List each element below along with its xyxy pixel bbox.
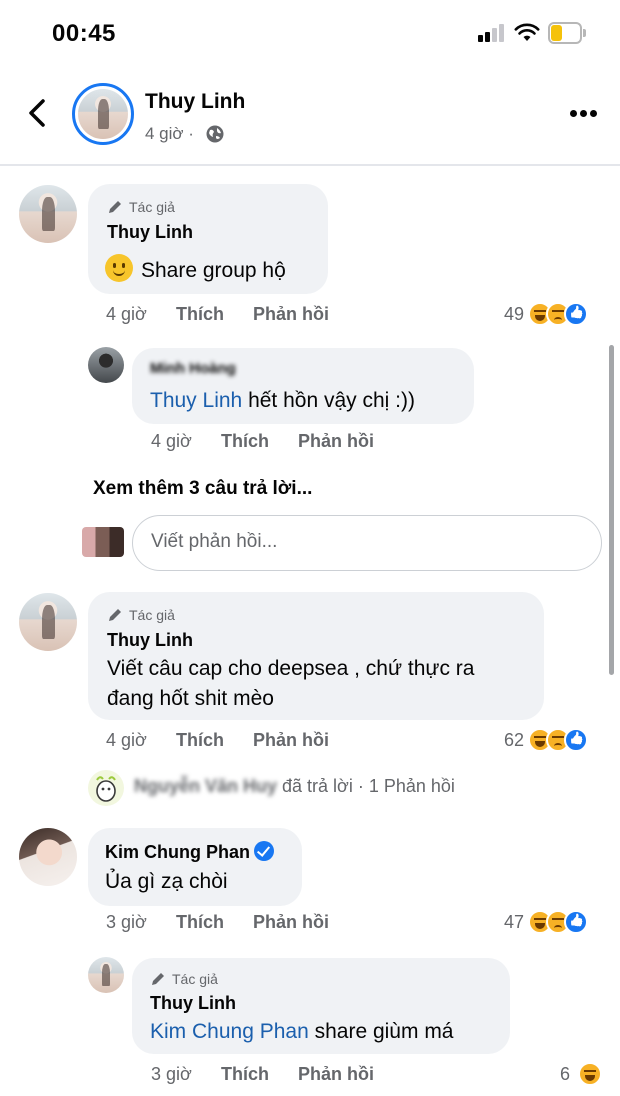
reply-text-body: share giùm má: [308, 1020, 454, 1043]
status-time: 00:45: [52, 20, 116, 47]
comment-time: 3 giờ: [106, 912, 147, 932]
story-avatar[interactable]: [72, 83, 134, 145]
comment-author-name[interactable]: Thuy Linh: [107, 630, 193, 651]
comment-text: Share group hộ: [105, 254, 286, 286]
wifi-icon: [514, 23, 540, 41]
post-author-name[interactable]: Thuy Linh: [145, 90, 245, 114]
reply-author-name[interactable]: Thuy Linh: [150, 993, 236, 1014]
post-time: 4 giờ ·: [145, 124, 194, 143]
reply-text-body: hết hồn vậy chị :)): [242, 389, 415, 412]
comment-author-name[interactable]: Kim Chung Phan: [105, 841, 274, 863]
reaction-icons[interactable]: [578, 1062, 602, 1086]
mention-link[interactable]: Thuy Linh: [150, 389, 242, 412]
like-button[interactable]: Thích: [221, 431, 269, 452]
comment-bubble[interactable]: Tác giả Thuy Linh Viết câu cap cho deeps…: [88, 592, 544, 720]
reply-text: Thuy Linh hết hồn vậy chị :)): [150, 386, 415, 416]
comment-bubble[interactable]: Kim Chung Phan Ủa gì zạ chòi: [88, 828, 302, 906]
more-options-icon[interactable]: [570, 110, 598, 118]
reply-button[interactable]: Phản hồi: [253, 730, 329, 751]
like-icon: [564, 728, 588, 752]
sticker-icon: [96, 776, 116, 802]
comment-time: 4 giờ: [106, 730, 147, 750]
author-badge-label: Tác giả: [129, 607, 175, 623]
cellular-signal-icon: [478, 24, 508, 42]
reaction-count[interactable]: 49: [480, 304, 524, 325]
pencil-icon: [109, 201, 121, 213]
author-badge: Tác giả: [107, 607, 175, 623]
pencil-icon: [109, 609, 121, 621]
reply-bubble[interactable]: Tác giả Thuy Linh Kim Chung Phan share g…: [132, 958, 510, 1054]
comment-time: 4 giờ: [106, 304, 147, 324]
reaction-count[interactable]: 6: [540, 1064, 570, 1085]
replied-notice-text: đã trả lời · 1 Phản hồi: [277, 776, 455, 796]
author-badge: Tác giả: [150, 971, 218, 987]
reaction-icons[interactable]: [528, 302, 588, 326]
reply-input[interactable]: Viết phản hồi...: [132, 515, 602, 571]
smile-emoji-icon: [105, 254, 133, 282]
reply-time: 3 giờ: [151, 1064, 192, 1084]
like-button[interactable]: Thích: [176, 730, 224, 751]
mention-link[interactable]: Kim Chung Phan: [150, 1020, 309, 1043]
author-badge: Tác giả: [107, 199, 175, 215]
comment-bubble[interactable]: Tác giả Thuy Linh Share group hộ: [88, 184, 328, 294]
comment-text-line2: đang hốt shit mèo: [107, 687, 274, 710]
avatar[interactable]: [88, 957, 124, 993]
comment-text: Ủa gì zạ chòi: [105, 870, 228, 893]
reply-button[interactable]: Phản hồi: [253, 912, 329, 933]
author-badge-label: Tác giả: [172, 971, 218, 987]
reply-button[interactable]: Phản hồi: [298, 431, 374, 452]
reply-time: 4 giờ: [151, 431, 192, 451]
like-button[interactable]: Thích: [221, 1064, 269, 1085]
comment-author-name-text: Kim Chung Phan: [105, 842, 250, 862]
scrollbar[interactable]: [609, 345, 614, 675]
like-button[interactable]: Thích: [176, 912, 224, 933]
avatar[interactable]: [19, 828, 77, 886]
avatar[interactable]: [88, 347, 124, 383]
avatar[interactable]: [88, 770, 124, 806]
reply-text: Kim Chung Phan share giùm má: [150, 1017, 454, 1047]
battery-icon: [548, 22, 586, 44]
author-badge-label: Tác giả: [129, 199, 175, 215]
reaction-count[interactable]: 62: [480, 730, 524, 751]
pencil-icon: [152, 973, 164, 985]
reaction-icons[interactable]: [528, 910, 588, 934]
reply-button[interactable]: Phản hồi: [253, 304, 329, 325]
like-icon: [564, 910, 588, 934]
back-arrow-icon[interactable]: [26, 98, 48, 128]
avatar[interactable]: [19, 185, 77, 243]
haha-icon: [578, 1062, 602, 1086]
like-icon: [564, 302, 588, 326]
current-user-avatar: [82, 527, 124, 557]
reaction-icons[interactable]: [528, 728, 588, 752]
replied-notice-name: Nguyễn Văn Huy: [134, 776, 278, 796]
reply-button[interactable]: Phản hồi: [298, 1064, 374, 1085]
reply-author-name[interactable]: Minh Hoàng: [150, 360, 236, 377]
comment-text-body: Share group hộ: [141, 259, 286, 282]
header-divider: [0, 164, 620, 166]
comment-text-line1: Viết câu cap cho deepsea , chứ thực ra: [107, 657, 475, 680]
comment-author-name[interactable]: Thuy Linh: [107, 222, 193, 243]
verified-badge-icon: [254, 841, 274, 861]
replied-notice[interactable]: Nguyễn Văn Huy đã trả lời · 1 Phản hồi: [134, 776, 455, 797]
reply-bubble[interactable]: Minh Hoàng Thuy Linh hết hồn vậy chị :)): [132, 348, 474, 424]
view-more-replies-link[interactable]: Xem thêm 3 câu trả lời...: [93, 478, 312, 500]
globe-icon: [206, 125, 224, 143]
avatar[interactable]: [19, 593, 77, 651]
reaction-count[interactable]: 47: [480, 912, 524, 933]
like-button[interactable]: Thích: [176, 304, 224, 325]
